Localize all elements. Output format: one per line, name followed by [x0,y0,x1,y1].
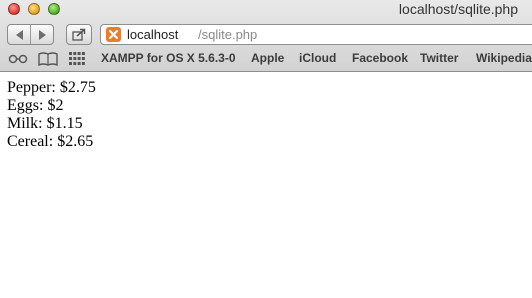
title-bar: localhost/sqlite.php [0,0,532,22]
reading-list-icon[interactable] [8,54,28,64]
forward-arrow-icon [39,30,46,40]
bookmarks-book-icon[interactable] [38,52,58,66]
page-content: Pepper: $2.75 Eggs: $2 Milk: $1.15 Cerea… [7,79,96,151]
item-line: Eggs: $2 [7,97,64,114]
address-bar[interactable]: localhost /sqlite.php [100,24,532,45]
bookmark-xampp[interactable]: XAMPP for OS X 5.6.3-0 [101,51,236,65]
item-line: Cereal: $2.65 [7,133,94,150]
browser-chrome: localhost/sqlite.php localhost /sqlite.p… [0,0,532,72]
back-button[interactable] [8,25,30,44]
navigation-buttons [7,24,54,45]
bookmark-wikipedia[interactable]: Wikipedia [476,51,532,65]
item-line: Pepper: $2.75 [7,79,96,96]
bookmark-twitter[interactable]: Twitter [420,51,458,65]
bookmark-facebook[interactable]: Facebook [352,51,408,65]
bookmarks-bar: XAMPP for OS X 5.6.3-0 Apple iCloud Face… [0,47,532,70]
window-title: localhost/sqlite.php [398,1,518,17]
zoom-window-button[interactable] [48,3,60,15]
share-icon [72,28,86,41]
back-arrow-icon [16,30,23,40]
xampp-favicon-icon [106,27,121,42]
url-path: /sqlite.php [198,27,258,42]
top-sites-grid-icon[interactable] [69,52,85,65]
minimize-window-button[interactable] [28,3,40,15]
forward-button[interactable] [30,25,53,44]
item-line: Milk: $1.15 [7,115,83,132]
url-host: localhost [127,27,179,42]
bookmark-icloud[interactable]: iCloud [299,51,336,65]
bookmark-apple[interactable]: Apple [251,51,284,65]
close-window-button[interactable] [8,3,20,15]
share-button[interactable] [66,24,92,45]
